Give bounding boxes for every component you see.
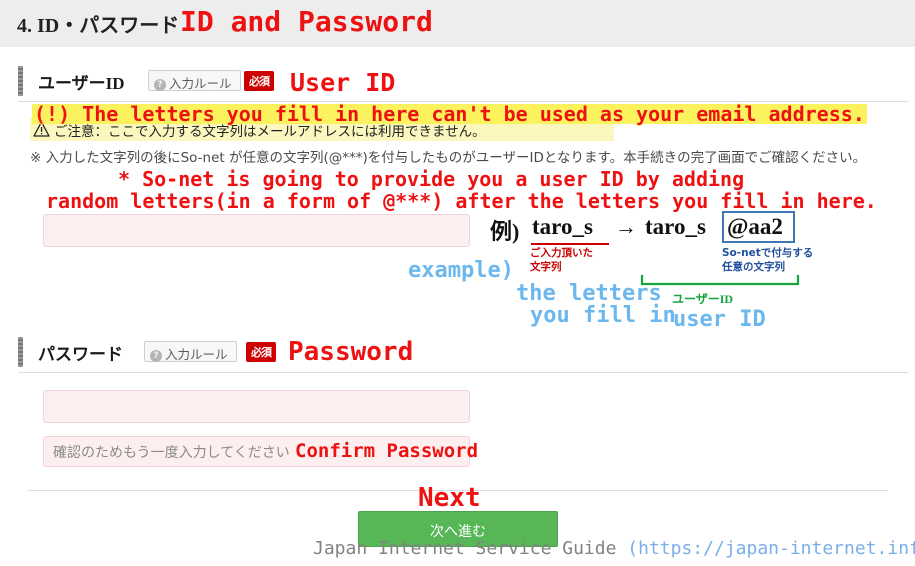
annotation-example-label: example) [408,258,514,283]
annotation-confirm-password: Confirm Password [295,440,479,462]
annotation-user-id: User ID [290,68,396,97]
annotation-page-title: ID and Password [180,5,433,38]
example-result-base: taro_s [645,214,706,239]
user-id-rule-label: 入力ルール [169,76,232,91]
password-rule-label: 入力ルール [165,347,228,362]
example-userid-brace-icon [640,275,800,286]
annotation-user-id-caution: (!) The letters you fill in here can't b… [32,102,867,126]
section-accent-bar [18,337,23,367]
annotation-user-id-result: user ID [673,307,766,332]
footer-credit: Japan Internet Service Guide (https://ja… [313,538,915,559]
user-id-note: ※ 入力した文字列の後にSo-net が任意の文字列(@***)を付与したものが… [30,150,867,166]
password-input-rule-button[interactable]: ? 入力ルール [144,341,237,362]
section-header-bar: 4. ID・パスワード [0,0,915,47]
example-caption-red-line1: ご入力頂いた [530,247,593,259]
footer-text: Japan Internet Service Guide [313,538,628,559]
example-caption-blue-line2: 任意の文字列 [722,261,785,273]
annotation-password: Password [288,337,414,367]
password-label-row: パスワード ? 入力ルール 必須 [18,337,898,368]
page-title: 4. ID・パスワード [17,15,180,37]
footer-url: (https://japan-internet.info/en/) [627,538,915,559]
password-label: パスワード [38,345,123,364]
example-arrow: → [615,214,637,239]
user-id-required-badge: 必須 [244,71,274,91]
example-result-suffix: @aa2 [727,214,783,239]
example-base-underline [531,243,609,245]
password-input[interactable] [43,390,470,423]
example-caption-blue-line1: So-netで付与する [722,247,814,259]
example-caption-red-line2: 文字列 [530,261,562,273]
user-id-input-rule-button[interactable]: ? 入力ルール [148,70,241,91]
question-mark-icon: ? [154,79,166,91]
question-mark-icon: ? [150,350,162,362]
annotation-note-line1: * So-net is going to provide you a user … [118,167,745,191]
annotation-next: Next [418,483,481,513]
annotation-note-line2: random letters(in a form of @***) after … [46,189,877,213]
divider-under-password-label [18,372,908,373]
password-confirm-placeholder: 確認のためもう一度入力してください [53,444,290,461]
user-id-label-row: ユーザーID ? 入力ルール 必須 [18,66,898,97]
annotation-letters-line2: you fill in [530,303,676,328]
password-required-badge: 必須 [246,342,276,362]
example-base-string: taro_s [532,214,593,239]
section-accent-bar [18,66,23,96]
example-caption-green: ユーザーID [672,292,734,306]
user-id-label: ユーザーID [38,74,125,93]
example-prefix: 例) [490,219,520,244]
user-id-input[interactable] [43,214,470,247]
